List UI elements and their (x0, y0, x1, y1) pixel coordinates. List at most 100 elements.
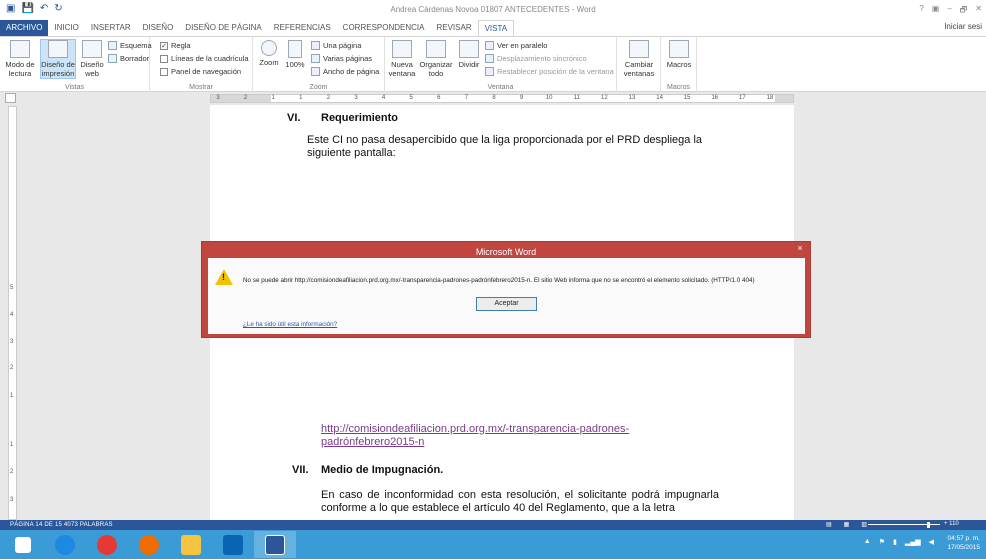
read-mode-icon (10, 40, 30, 58)
print-view-icon[interactable]: ▦ (844, 521, 850, 528)
dialog-close-icon[interactable]: × (790, 242, 810, 256)
view-buttons: ▤ ▦ ▥ (826, 521, 867, 528)
firefox-icon (139, 534, 159, 555)
dialog-help-link[interactable]: ¿Le ha sido útil esta información? (243, 321, 337, 328)
ruler-track[interactable] (210, 94, 794, 103)
ver-paralelo-button[interactable]: Ver en paralelo (485, 41, 547, 50)
window-controls: ? ▣ – 🗗 ✕ (919, 4, 982, 18)
taskbar-chrome[interactable] (86, 531, 128, 558)
vruler-number: 5 (10, 285, 14, 291)
section-number-vi: VI. (287, 112, 301, 124)
taskbar-word[interactable] (254, 531, 296, 558)
ruler-number: 2 (243, 95, 248, 101)
taskbar-outlook[interactable] (212, 531, 254, 558)
taskbar-firefox[interactable] (128, 531, 170, 558)
windows-icon (15, 536, 31, 553)
ruler-number: 7 (464, 95, 469, 101)
tab-correspondencia[interactable]: CORRESPONDENCIA (337, 20, 431, 36)
lineas-checkbox[interactable]: Líneas de la cuadrícula (160, 54, 249, 63)
close-window-icon[interactable]: ✕ (975, 4, 982, 18)
group-zoom: Zoom 100% Una página Varias páginas Anch… (253, 37, 385, 92)
side-by-side-icon (485, 41, 494, 50)
tab-vista[interactable]: VISTA (477, 20, 515, 36)
nueva-ventana-button[interactable]: Nueva ventana (387, 40, 417, 78)
page-width-icon (311, 67, 320, 76)
organizar-todo-button[interactable]: Organizar todo (419, 40, 453, 78)
flag-icon[interactable]: ⚑ (879, 538, 885, 546)
dialog-title: Microsoft Word (475, 247, 537, 257)
macros-button[interactable]: Macros (665, 40, 693, 69)
group-label-ventana: Ventana (487, 84, 514, 91)
vruler-number: 1 (10, 393, 14, 399)
tab-referencias[interactable]: REFERENCIAS (268, 20, 337, 36)
taskbar: ▲ ⚑ ▮ ▂▄▆ ◀ 04:57 p. m. 17/05/2015 (0, 530, 986, 559)
section-title-requerimiento: Requerimiento (321, 112, 399, 124)
aceptar-button[interactable]: Aceptar (476, 297, 537, 311)
status-page-words[interactable]: PÁGINA 14 DE 15 4073 PALABRAS (10, 522, 113, 528)
panel-navegacion-checkbox[interactable]: Panel de navegación (160, 67, 241, 76)
dividir-button[interactable]: Dividir (455, 40, 483, 69)
print-layout-icon (48, 40, 68, 58)
start-button[interactable] (2, 531, 44, 558)
tab-inicio[interactable]: INICIO (48, 20, 84, 36)
tab-insertar[interactable]: INSERTAR (85, 20, 137, 36)
multiple-pages-icon (311, 54, 320, 63)
ribbon-display-icon[interactable]: ▣ (932, 4, 940, 18)
zoom-thumb[interactable] (927, 522, 930, 528)
minimize-icon[interactable]: – (947, 4, 951, 18)
tab-diseno-pagina[interactable]: DISEÑO DE PÁGINA (179, 20, 267, 36)
internet-explorer-icon (55, 534, 75, 555)
ruler-number: 11 (573, 95, 580, 101)
ancho-pagina-button[interactable]: Ancho de página (311, 67, 379, 76)
web-view-icon[interactable]: ▥ (861, 521, 867, 528)
new-window-icon (392, 40, 412, 58)
taskbar-explorer[interactable] (170, 531, 212, 558)
title-bar: ▣ 💾 ↶ ↻ Andrea Cárdenas Novoa 01807 ANTE… (0, 0, 986, 20)
vruler-number: 4 (10, 312, 14, 318)
restablecer-button[interactable]: Restablecer posición de la ventana (485, 67, 614, 76)
document-hyperlink[interactable]: http://comisiondeafiliacion.prd.org.mx/-… (321, 423, 651, 449)
restore-icon[interactable]: 🗗 (960, 4, 968, 18)
signal-icon[interactable]: ▂▄▆ (905, 538, 921, 546)
folder-icon (181, 534, 201, 555)
diseno-impresion-button[interactable]: Diseño de impresión (40, 39, 76, 79)
chevron-up-icon[interactable]: ▲ (864, 538, 871, 546)
diseno-web-button[interactable]: Diseño web (78, 40, 106, 78)
varias-paginas-button[interactable]: Varias páginas (311, 54, 372, 63)
modo-lectura-button[interactable]: Modo de lectura (3, 40, 37, 78)
ruler-number: 14 (656, 95, 663, 101)
system-clock[interactable]: 04:57 p. m. 17/05/2015 (947, 534, 980, 552)
zoom-level[interactable]: + 110 (944, 521, 959, 527)
ruler-number: 17 (739, 95, 746, 101)
one-page-icon (311, 41, 320, 50)
read-view-icon[interactable]: ▤ (826, 521, 832, 528)
zoom-100-button[interactable]: 100% (283, 40, 307, 69)
volume-icon[interactable]: ◀ (929, 538, 934, 546)
vertical-ruler: 5 4 3 2 1 1 2 3 (8, 106, 17, 520)
zoom-button[interactable]: Zoom (257, 40, 281, 67)
section-number-vii: VII. (292, 464, 309, 476)
esquema-button[interactable]: Esquema (108, 41, 152, 50)
sincronico-button[interactable]: Desplazamiento sincrónico (485, 54, 587, 63)
group-label-vistas: Vistas (65, 84, 84, 91)
horizontal-ruler: 3 2 1 1 2 3 4 5 6 7 8 9 10 11 12 13 14 15 16 17 18 (0, 92, 986, 105)
ruler-number: 2 (326, 95, 331, 101)
group-label-zoom: Zoom (309, 84, 328, 91)
regla-checkbox[interactable]: ✓ Regla (160, 41, 191, 50)
split-icon (459, 40, 479, 58)
chrome-icon (97, 534, 117, 555)
tab-selector[interactable] (5, 93, 16, 103)
ruler-number: 4 (381, 95, 386, 101)
una-pagina-button[interactable]: Una página (311, 41, 361, 50)
tab-revisar[interactable]: REVISAR (430, 20, 477, 36)
borrador-button[interactable]: Borrador (108, 54, 149, 63)
taskbar-ie[interactable] (44, 531, 86, 558)
signin-link[interactable]: Iniciar sesi (944, 22, 982, 31)
outlook-icon (223, 534, 243, 555)
ruler-number: 8 (492, 95, 496, 101)
tab-archivo[interactable]: ARCHIVO (0, 20, 49, 36)
help-icon[interactable]: ? (919, 4, 923, 18)
network-icon[interactable]: ▮ (893, 538, 897, 546)
tab-diseno[interactable]: DISEÑO (137, 20, 180, 36)
group-ventana: Nueva ventana Organizar todo Dividir Ver… (385, 37, 654, 92)
